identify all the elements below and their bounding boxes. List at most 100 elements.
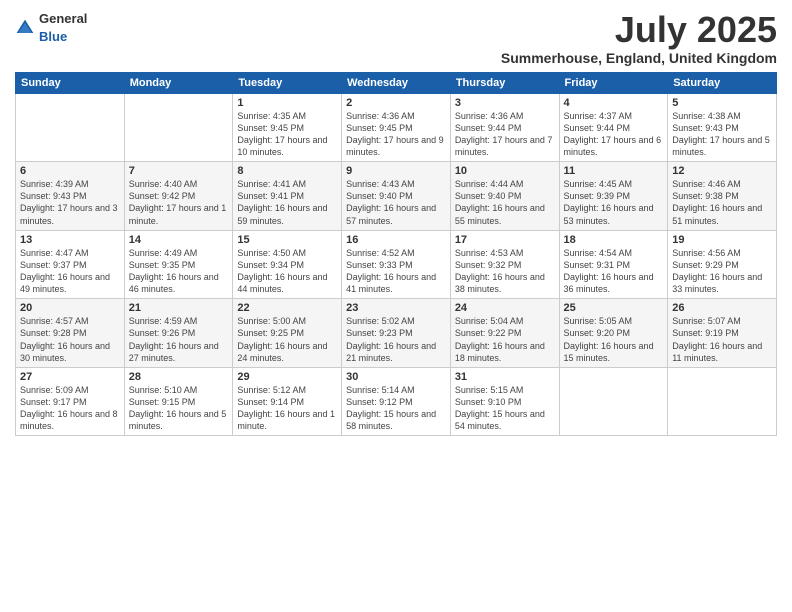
day-info: Sunrise: 4:47 AM Sunset: 9:37 PM Dayligh…	[20, 247, 120, 296]
day-info: Sunrise: 4:50 AM Sunset: 9:34 PM Dayligh…	[237, 247, 337, 296]
calendar-cell: 19Sunrise: 4:56 AM Sunset: 9:29 PM Dayli…	[668, 230, 777, 299]
day-info: Sunrise: 5:04 AM Sunset: 9:22 PM Dayligh…	[455, 315, 555, 364]
day-info: Sunrise: 4:38 AM Sunset: 9:43 PM Dayligh…	[672, 110, 772, 159]
day-header-saturday: Saturday	[668, 72, 777, 93]
day-header-monday: Monday	[124, 72, 233, 93]
day-info: Sunrise: 4:43 AM Sunset: 9:40 PM Dayligh…	[346, 178, 446, 227]
calendar-cell: 13Sunrise: 4:47 AM Sunset: 9:37 PM Dayli…	[16, 230, 125, 299]
day-number: 26	[672, 302, 772, 314]
day-number: 22	[237, 302, 337, 314]
month-title: July 2025	[501, 10, 777, 50]
logo-text: General Blue	[39, 10, 87, 46]
day-header-friday: Friday	[559, 72, 668, 93]
calendar-cell: 9Sunrise: 4:43 AM Sunset: 9:40 PM Daylig…	[342, 162, 451, 231]
day-number: 15	[237, 234, 337, 246]
day-number: 7	[129, 165, 229, 177]
calendar-cell: 18Sunrise: 4:54 AM Sunset: 9:31 PM Dayli…	[559, 230, 668, 299]
day-header-thursday: Thursday	[450, 72, 559, 93]
day-number: 2	[346, 97, 446, 109]
page: General Blue July 2025 Summerhouse, Engl…	[0, 0, 792, 612]
header: General Blue July 2025 Summerhouse, Engl…	[15, 10, 777, 66]
day-info: Sunrise: 4:57 AM Sunset: 9:28 PM Dayligh…	[20, 315, 120, 364]
calendar-cell: 24Sunrise: 5:04 AM Sunset: 9:22 PM Dayli…	[450, 299, 559, 368]
day-info: Sunrise: 4:36 AM Sunset: 9:45 PM Dayligh…	[346, 110, 446, 159]
day-info: Sunrise: 4:39 AM Sunset: 9:43 PM Dayligh…	[20, 178, 120, 227]
calendar-cell: 30Sunrise: 5:14 AM Sunset: 9:12 PM Dayli…	[342, 367, 451, 436]
calendar-cell: 15Sunrise: 4:50 AM Sunset: 9:34 PM Dayli…	[233, 230, 342, 299]
calendar-header-row: SundayMondayTuesdayWednesdayThursdayFrid…	[16, 72, 777, 93]
calendar-cell: 2Sunrise: 4:36 AM Sunset: 9:45 PM Daylig…	[342, 93, 451, 162]
logo-icon	[15, 18, 35, 38]
calendar-cell: 7Sunrise: 4:40 AM Sunset: 9:42 PM Daylig…	[124, 162, 233, 231]
day-number: 11	[564, 165, 664, 177]
day-number: 6	[20, 165, 120, 177]
day-number: 25	[564, 302, 664, 314]
day-info: Sunrise: 4:45 AM Sunset: 9:39 PM Dayligh…	[564, 178, 664, 227]
calendar-cell: 31Sunrise: 5:15 AM Sunset: 9:10 PM Dayli…	[450, 367, 559, 436]
calendar-cell: 20Sunrise: 4:57 AM Sunset: 9:28 PM Dayli…	[16, 299, 125, 368]
day-info: Sunrise: 4:59 AM Sunset: 9:26 PM Dayligh…	[129, 315, 229, 364]
day-info: Sunrise: 4:40 AM Sunset: 9:42 PM Dayligh…	[129, 178, 229, 227]
day-header-tuesday: Tuesday	[233, 72, 342, 93]
day-number: 1	[237, 97, 337, 109]
day-number: 3	[455, 97, 555, 109]
calendar-week-row: 6Sunrise: 4:39 AM Sunset: 9:43 PM Daylig…	[16, 162, 777, 231]
day-info: Sunrise: 5:12 AM Sunset: 9:14 PM Dayligh…	[237, 384, 337, 433]
calendar-cell	[124, 93, 233, 162]
day-info: Sunrise: 4:52 AM Sunset: 9:33 PM Dayligh…	[346, 247, 446, 296]
day-number: 14	[129, 234, 229, 246]
logo-general: General	[39, 11, 87, 26]
calendar-cell: 12Sunrise: 4:46 AM Sunset: 9:38 PM Dayli…	[668, 162, 777, 231]
day-info: Sunrise: 4:46 AM Sunset: 9:38 PM Dayligh…	[672, 178, 772, 227]
calendar-cell: 25Sunrise: 5:05 AM Sunset: 9:20 PM Dayli…	[559, 299, 668, 368]
day-info: Sunrise: 5:05 AM Sunset: 9:20 PM Dayligh…	[564, 315, 664, 364]
day-info: Sunrise: 5:14 AM Sunset: 9:12 PM Dayligh…	[346, 384, 446, 433]
day-header-wednesday: Wednesday	[342, 72, 451, 93]
day-info: Sunrise: 4:56 AM Sunset: 9:29 PM Dayligh…	[672, 247, 772, 296]
calendar-cell: 27Sunrise: 5:09 AM Sunset: 9:17 PM Dayli…	[16, 367, 125, 436]
calendar-week-row: 13Sunrise: 4:47 AM Sunset: 9:37 PM Dayli…	[16, 230, 777, 299]
day-number: 13	[20, 234, 120, 246]
day-number: 10	[455, 165, 555, 177]
day-number: 29	[237, 371, 337, 383]
calendar-cell: 16Sunrise: 4:52 AM Sunset: 9:33 PM Dayli…	[342, 230, 451, 299]
calendar-cell	[559, 367, 668, 436]
day-info: Sunrise: 4:44 AM Sunset: 9:40 PM Dayligh…	[455, 178, 555, 227]
calendar-cell: 10Sunrise: 4:44 AM Sunset: 9:40 PM Dayli…	[450, 162, 559, 231]
calendar-week-row: 27Sunrise: 5:09 AM Sunset: 9:17 PM Dayli…	[16, 367, 777, 436]
calendar-table: SundayMondayTuesdayWednesdayThursdayFrid…	[15, 72, 777, 437]
day-number: 17	[455, 234, 555, 246]
calendar-cell	[16, 93, 125, 162]
calendar-cell: 26Sunrise: 5:07 AM Sunset: 9:19 PM Dayli…	[668, 299, 777, 368]
day-number: 27	[20, 371, 120, 383]
day-number: 12	[672, 165, 772, 177]
day-number: 19	[672, 234, 772, 246]
calendar-cell: 5Sunrise: 4:38 AM Sunset: 9:43 PM Daylig…	[668, 93, 777, 162]
logo-blue: Blue	[39, 29, 67, 44]
location-title: Summerhouse, England, United Kingdom	[501, 50, 777, 66]
calendar-cell: 23Sunrise: 5:02 AM Sunset: 9:23 PM Dayli…	[342, 299, 451, 368]
calendar-cell: 29Sunrise: 5:12 AM Sunset: 9:14 PM Dayli…	[233, 367, 342, 436]
day-header-sunday: Sunday	[16, 72, 125, 93]
day-info: Sunrise: 5:15 AM Sunset: 9:10 PM Dayligh…	[455, 384, 555, 433]
day-number: 9	[346, 165, 446, 177]
calendar-cell: 17Sunrise: 4:53 AM Sunset: 9:32 PM Dayli…	[450, 230, 559, 299]
day-number: 8	[237, 165, 337, 177]
calendar-cell: 1Sunrise: 4:35 AM Sunset: 9:45 PM Daylig…	[233, 93, 342, 162]
day-number: 18	[564, 234, 664, 246]
day-info: Sunrise: 5:02 AM Sunset: 9:23 PM Dayligh…	[346, 315, 446, 364]
title-block: July 2025 Summerhouse, England, United K…	[501, 10, 777, 66]
day-info: Sunrise: 4:35 AM Sunset: 9:45 PM Dayligh…	[237, 110, 337, 159]
day-info: Sunrise: 5:07 AM Sunset: 9:19 PM Dayligh…	[672, 315, 772, 364]
day-number: 16	[346, 234, 446, 246]
calendar-cell: 14Sunrise: 4:49 AM Sunset: 9:35 PM Dayli…	[124, 230, 233, 299]
calendar-cell: 21Sunrise: 4:59 AM Sunset: 9:26 PM Dayli…	[124, 299, 233, 368]
day-number: 31	[455, 371, 555, 383]
calendar-cell: 8Sunrise: 4:41 AM Sunset: 9:41 PM Daylig…	[233, 162, 342, 231]
day-number: 28	[129, 371, 229, 383]
calendar-cell: 28Sunrise: 5:10 AM Sunset: 9:15 PM Dayli…	[124, 367, 233, 436]
calendar-cell: 3Sunrise: 4:36 AM Sunset: 9:44 PM Daylig…	[450, 93, 559, 162]
calendar-cell: 4Sunrise: 4:37 AM Sunset: 9:44 PM Daylig…	[559, 93, 668, 162]
day-info: Sunrise: 4:53 AM Sunset: 9:32 PM Dayligh…	[455, 247, 555, 296]
day-number: 21	[129, 302, 229, 314]
